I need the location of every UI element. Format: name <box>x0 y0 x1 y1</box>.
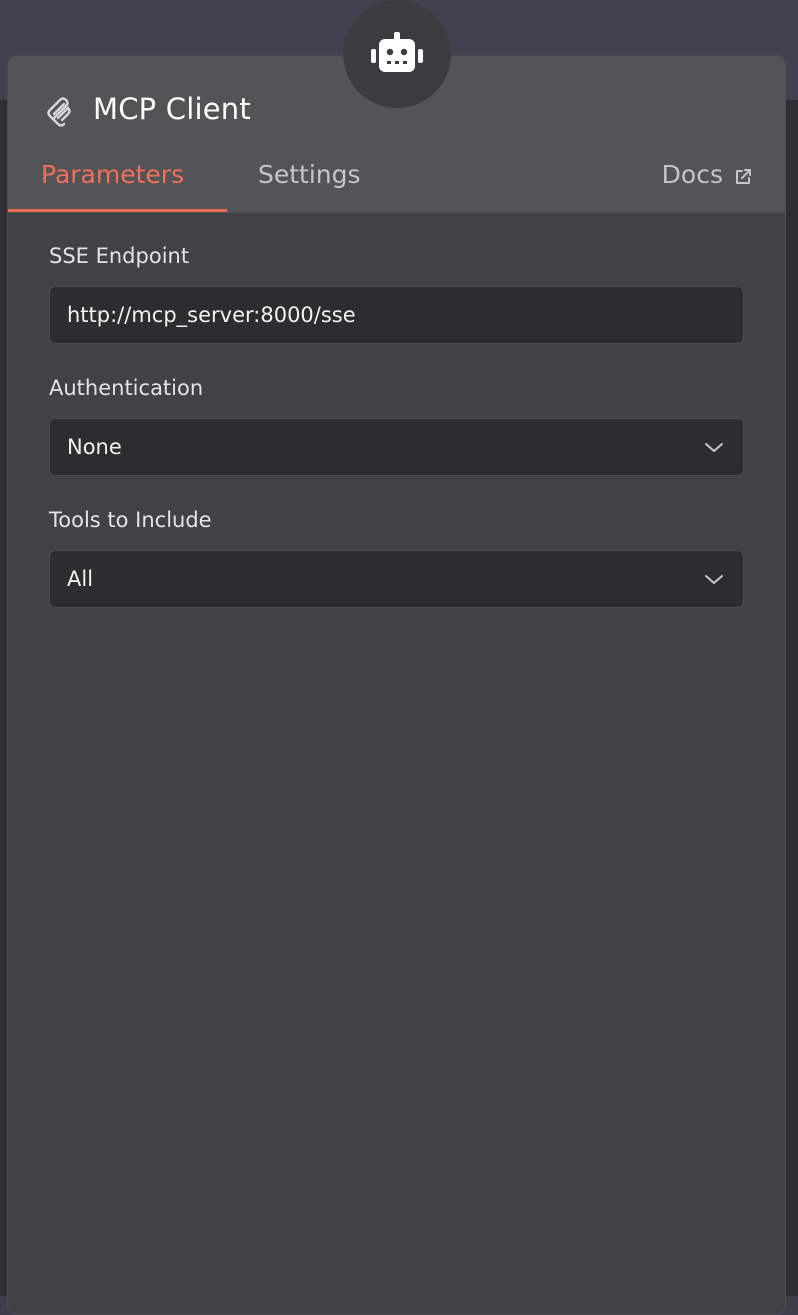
tab-settings[interactable]: Settings <box>258 160 361 189</box>
authentication-select[interactable]: None <box>49 418 744 476</box>
tools-select[interactable]: All <box>49 550 744 608</box>
robot-icon <box>371 32 423 72</box>
authentication-label: Authentication <box>49 376 204 400</box>
docs-label: Docs <box>661 160 723 189</box>
chevron-down-icon <box>705 443 723 452</box>
tab-parameters[interactable]: Parameters <box>41 160 184 189</box>
tools-value: All <box>67 567 94 591</box>
node-settings-panel: MCP Client Parameters Settings Docs SSE … <box>7 55 786 1315</box>
sse-endpoint-input[interactable]: http://mcp_server:8000/sse <box>49 286 744 344</box>
external-link-icon <box>736 168 751 184</box>
active-tab-indicator <box>8 209 227 212</box>
tools-label: Tools to Include <box>49 508 212 532</box>
node-title: MCP Client <box>93 92 251 126</box>
node-type-badge <box>343 0 451 108</box>
docs-link[interactable]: Docs <box>662 160 753 189</box>
authentication-value: None <box>67 435 122 459</box>
chevron-down-icon <box>705 575 723 584</box>
sse-endpoint-label: SSE Endpoint <box>49 244 190 268</box>
sse-endpoint-value: http://mcp_server:8000/sse <box>67 303 356 327</box>
tools-icon <box>47 97 71 127</box>
